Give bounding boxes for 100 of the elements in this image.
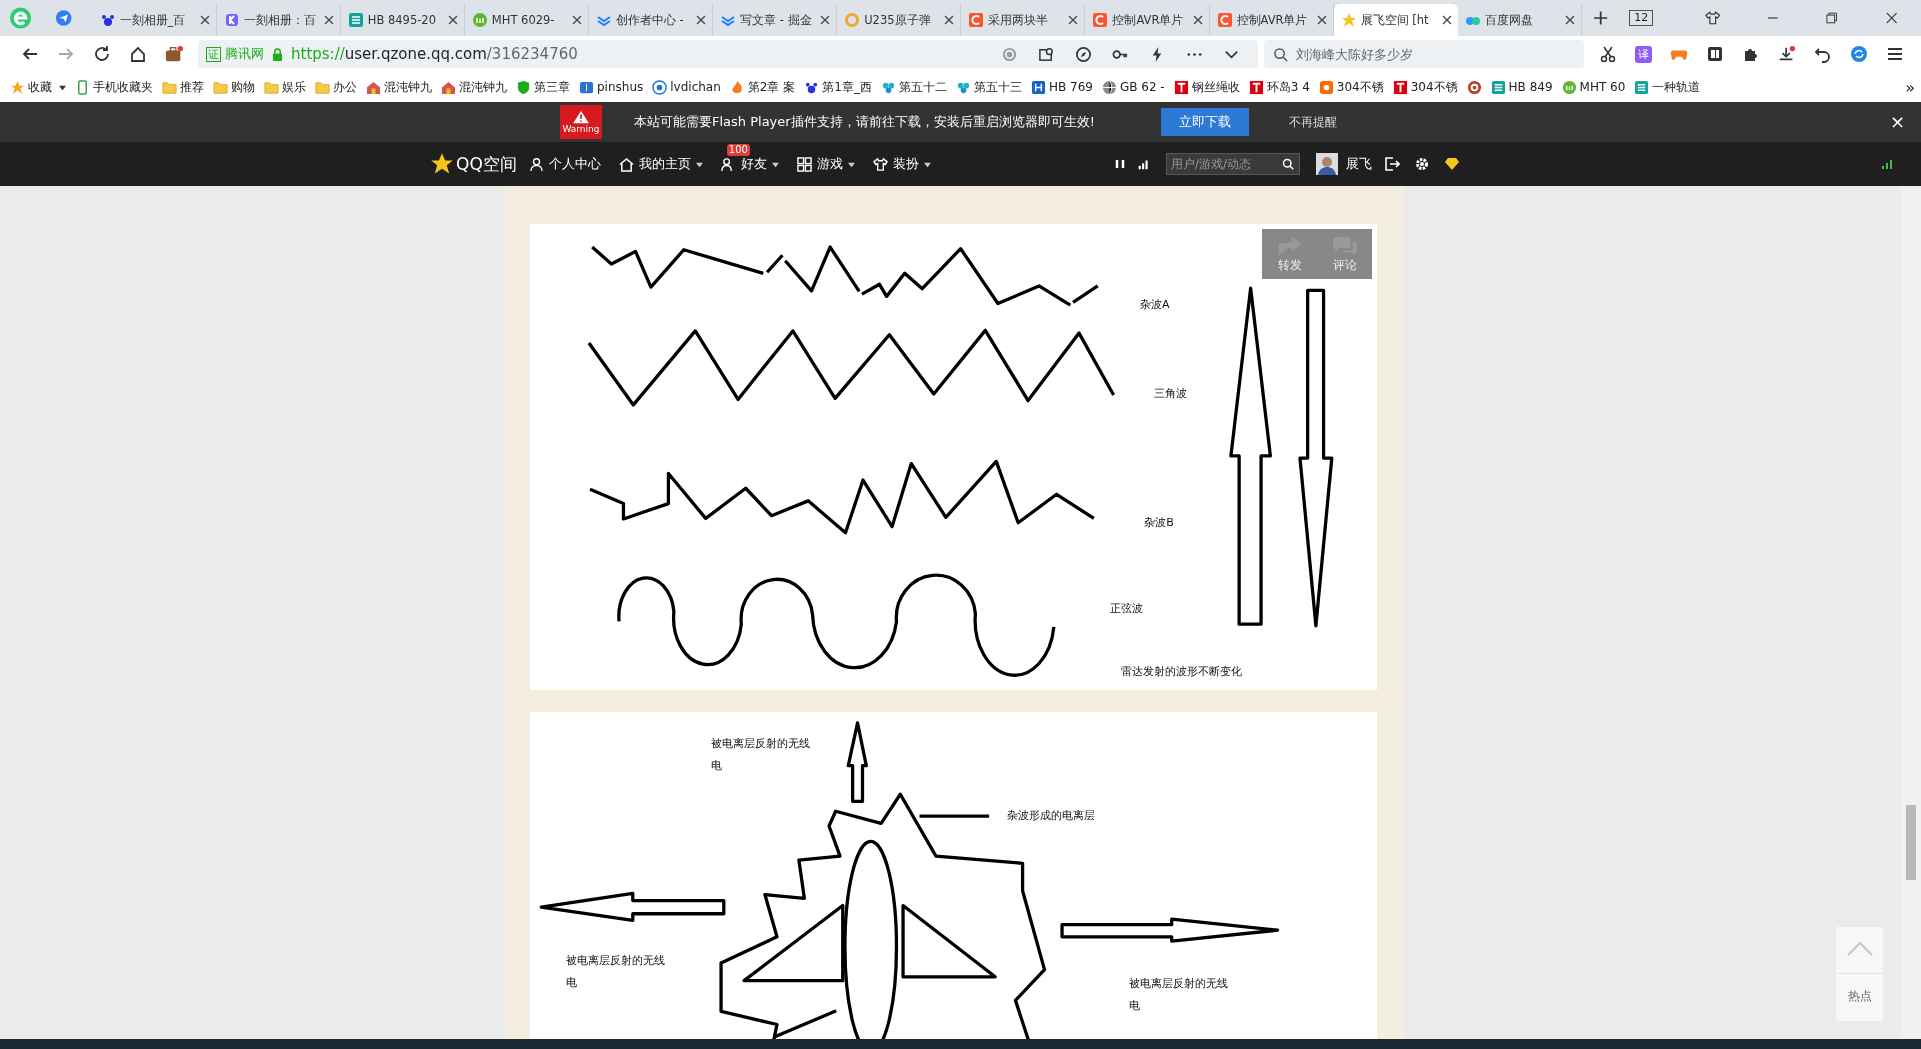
search-icon[interactable] bbox=[1282, 158, 1294, 170]
close-tab-icon[interactable] bbox=[1191, 14, 1204, 26]
site-logo[interactable]: QQ空间 bbox=[430, 152, 517, 176]
diagram-label: 杂波B bbox=[1144, 514, 1174, 531]
reload-icon[interactable] bbox=[93, 45, 111, 63]
settings-icon[interactable] bbox=[1414, 156, 1430, 172]
pause-icon[interactable] bbox=[1114, 158, 1126, 170]
notification-message: 本站可能需要Flash Player插件支持，请前往下载，安装后重启浏览器即可生效! bbox=[634, 113, 1095, 131]
close-tab-icon[interactable] bbox=[322, 14, 335, 26]
close-tab-icon[interactable] bbox=[570, 14, 583, 26]
bookmark[interactable]: 钢丝绳收 bbox=[1173, 78, 1240, 96]
close-tab-icon[interactable] bbox=[1315, 14, 1328, 26]
close-tab-icon[interactable] bbox=[819, 14, 832, 26]
bookmark[interactable]: 第2章 案 bbox=[729, 78, 796, 96]
close-button[interactable]: × bbox=[1889, 111, 1905, 132]
bookmark[interactable]: 第五十二 bbox=[880, 78, 947, 96]
download-icon[interactable] bbox=[1778, 45, 1796, 63]
bookmark[interactable]: 304不锈 bbox=[1392, 78, 1458, 96]
home-icon bbox=[618, 156, 634, 172]
shirt-icon[interactable] bbox=[1705, 10, 1721, 26]
nav-item[interactable]: 装扮 bbox=[872, 155, 931, 173]
favicon-icon bbox=[1340, 12, 1357, 28]
bookmark[interactable]: 第三章 bbox=[516, 78, 570, 96]
bookmark[interactable]: GB 62 - bbox=[1101, 79, 1165, 95]
diagram-label: 雷达发射的波形不断变化 bbox=[1121, 663, 1243, 680]
close-tab-icon[interactable] bbox=[695, 14, 708, 26]
diagram-label: 被电离层反射的无线 电 bbox=[1129, 975, 1228, 1014]
bookmark[interactable] bbox=[1466, 79, 1482, 95]
more-bookmarks-button[interactable]: » bbox=[1905, 77, 1915, 97]
diagram-label: 被电离层反射的无线 电 bbox=[711, 735, 810, 774]
bookmark[interactable]: 304不锈 bbox=[1318, 78, 1384, 96]
diagram-label: 三角波 bbox=[1153, 386, 1187, 403]
close-tab-icon[interactable] bbox=[198, 14, 211, 26]
scissors-icon[interactable] bbox=[1599, 45, 1617, 63]
bookmark[interactable]: 娱乐 bbox=[264, 78, 306, 96]
bookmark[interactable]: 环岛3 4 bbox=[1248, 78, 1310, 96]
download-button[interactable]: 立即下载 bbox=[1160, 108, 1249, 136]
bookmark[interactable]: 混沌钟九 bbox=[441, 78, 507, 96]
briefcase-icon[interactable] bbox=[165, 45, 183, 63]
favicon-icon bbox=[844, 12, 861, 28]
compass-icon[interactable] bbox=[1075, 45, 1092, 63]
scrollbar-thumb[interactable] bbox=[1906, 805, 1916, 880]
address-field[interactable]: 证 腾讯网 https://user.qzone.qq.com/316234760 bbox=[198, 40, 1258, 68]
bookmark[interactable]: 办公 bbox=[315, 78, 357, 96]
send-icon[interactable] bbox=[55, 9, 73, 27]
home-icon[interactable] bbox=[129, 45, 147, 63]
menu-icon[interactable] bbox=[1886, 45, 1904, 63]
notification-badge: 100 bbox=[726, 143, 750, 156]
bookmark[interactable]: 第1章_西 bbox=[804, 78, 872, 96]
bookmark-icon bbox=[315, 79, 330, 95]
close-tab-icon[interactable] bbox=[1563, 14, 1576, 26]
bookmark-icon bbox=[1490, 79, 1506, 95]
signal-bars-icon[interactable] bbox=[1138, 158, 1150, 170]
nav-item[interactable]: 个人中心 bbox=[528, 155, 601, 173]
undo-icon[interactable] bbox=[1814, 45, 1832, 63]
nav-item[interactable]: 好友 bbox=[720, 155, 779, 173]
bookmark-icon bbox=[579, 79, 594, 95]
close-tab-icon[interactable] bbox=[446, 14, 459, 26]
translate-icon[interactable]: 译 bbox=[1635, 45, 1652, 63]
close-tab-icon[interactable] bbox=[943, 14, 956, 26]
bookmark[interactable]: HB 849 bbox=[1490, 79, 1553, 95]
browser-tab[interactable]: 展飞空间 [ht bbox=[1333, 4, 1458, 36]
logout-icon[interactable] bbox=[1384, 156, 1400, 172]
bookmark-icon bbox=[1248, 79, 1264, 95]
diamond-icon[interactable] bbox=[1444, 156, 1460, 172]
bookmark-icon bbox=[441, 79, 456, 95]
caret-icon bbox=[59, 83, 66, 91]
diagram-label: 杂波形成的电离层 bbox=[1007, 807, 1096, 824]
bookmark-icon bbox=[1634, 79, 1650, 95]
sync-icon[interactable] bbox=[1850, 45, 1868, 63]
bookmark[interactable]: 收藏 bbox=[10, 78, 66, 96]
book-icon[interactable] bbox=[1706, 45, 1724, 63]
close-tab-icon[interactable] bbox=[1440, 14, 1453, 26]
nav-item[interactable]: 我的主页 bbox=[618, 155, 703, 173]
tab-counter[interactable]: 12 bbox=[1629, 10, 1654, 26]
avatar[interactable] bbox=[1316, 153, 1338, 175]
restore-icon[interactable] bbox=[1824, 10, 1840, 26]
bookmark[interactable]: HB 769 bbox=[1030, 79, 1093, 95]
bookmark[interactable]: 第五十三 bbox=[955, 78, 1022, 96]
nav-item[interactable]: 游戏 bbox=[796, 155, 855, 173]
site-search-field[interactable]: 用户/游戏/动态 bbox=[1166, 153, 1300, 175]
user-name[interactable]: 展飞 bbox=[1346, 155, 1372, 173]
dismiss-link[interactable]: 不再提醒 bbox=[1288, 113, 1337, 131]
grid-icon bbox=[796, 156, 812, 172]
bookmark[interactable]: 手机收藏夹 bbox=[75, 78, 153, 96]
bookmark[interactable]: MHT 60 bbox=[1561, 79, 1626, 95]
close-tab-icon[interactable] bbox=[1067, 14, 1080, 26]
bookmark-icon bbox=[1561, 79, 1577, 95]
image-search-icon[interactable] bbox=[1038, 45, 1055, 63]
bookmark[interactable]: 购物 bbox=[213, 78, 255, 96]
bookmark[interactable]: 一种轨道 bbox=[1634, 78, 1701, 96]
person-icon bbox=[528, 156, 544, 172]
bookmark[interactable]: 混沌钟九 bbox=[366, 78, 432, 96]
search-field[interactable]: 刘海峰大陈好多少岁 bbox=[1264, 40, 1584, 68]
bookmark[interactable]: lvdichan bbox=[652, 79, 721, 95]
bookmark[interactable]: 推荐 bbox=[162, 78, 204, 96]
new-tab-icon[interactable] bbox=[1591, 9, 1610, 27]
bookmark-icon bbox=[1466, 79, 1482, 95]
scrollbar[interactable] bbox=[1901, 186, 1921, 1039]
bookmark[interactable]: pinshus bbox=[579, 79, 644, 95]
